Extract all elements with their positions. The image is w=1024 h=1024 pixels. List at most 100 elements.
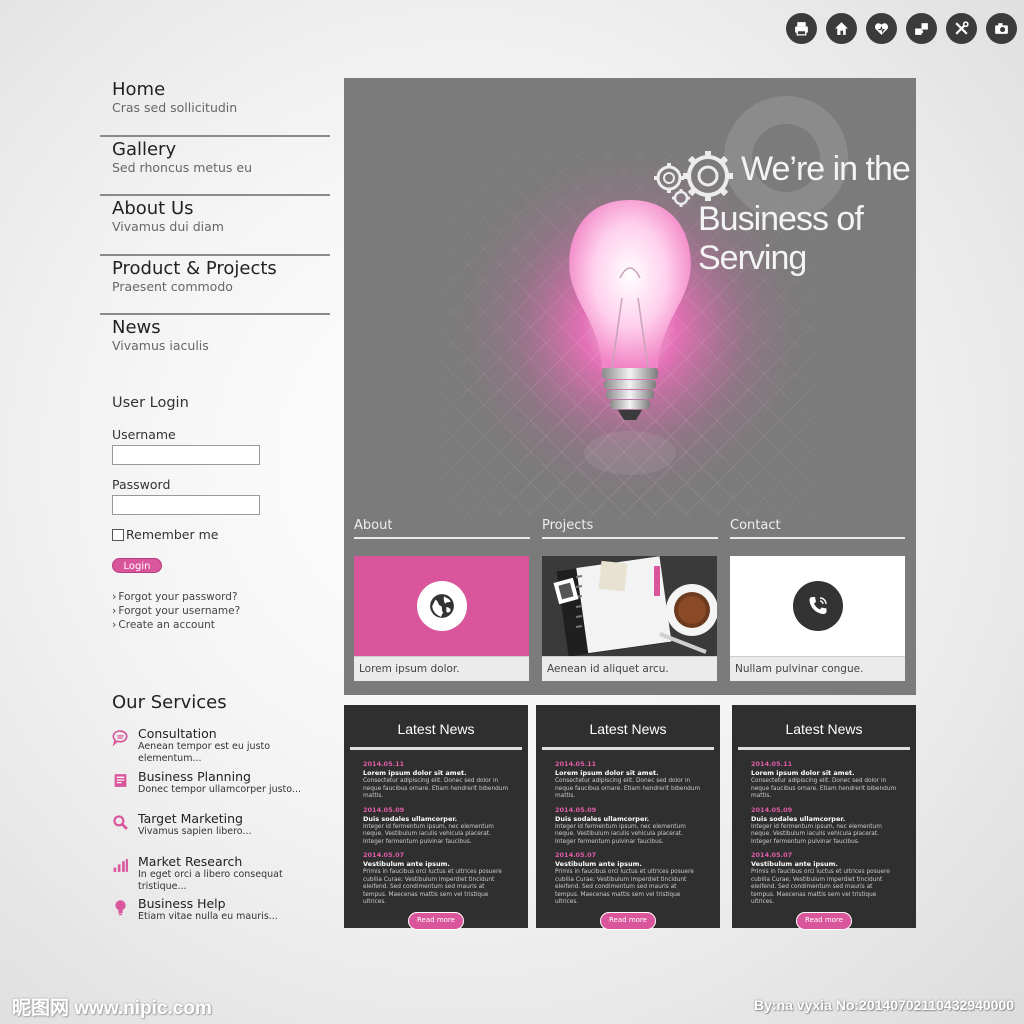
nav-item-home[interactable]: Home Cras sed sollicitudin <box>100 77 330 137</box>
services-heading: Our Services <box>112 692 227 713</box>
magnifier-icon <box>113 815 128 830</box>
tab-contact[interactable]: Contact <box>730 518 905 539</box>
nav-item-subtitle: Vivamus iaculis <box>112 338 209 353</box>
nav-item-subtitle: Cras sed sollicitudin <box>112 100 238 115</box>
news-body: Integer id fermentum ipsum, nec elementu… <box>555 823 686 845</box>
tab-projects[interactable]: Projects <box>542 518 718 539</box>
hero-tabs: About Projects Contact <box>354 518 905 539</box>
login-links: › Forgot your password? › Forgot your user… <box>112 590 312 632</box>
service-desc: Donec tempor ullamcorper justo... <box>138 783 301 795</box>
news-heading: Latest News <box>350 721 522 750</box>
news-item[interactable]: 2014.05.11 Lorem ipsum dolor sit amet. Con… <box>555 760 701 801</box>
main-nav: Home Cras sed sollicitudin Gallery Sed r… <box>100 77 330 375</box>
service-title: Business Help <box>138 896 226 911</box>
service-item[interactable]: Target Marketing Vivamus sapien libero... <box>112 812 322 855</box>
heart-icon[interactable] <box>866 13 897 44</box>
news-date: 2014.05.07 <box>751 851 793 859</box>
card-about[interactable]: Lorem ipsum dolor. <box>354 556 529 681</box>
printer-icon[interactable] <box>786 13 817 44</box>
hero-cards: Lorem ipsum dolor. Aenean id aliquet arc… <box>354 556 905 681</box>
lightbulb-icon <box>115 900 126 916</box>
news-item[interactable]: 2014.05.07 Vestibulum ante ipsum. Primis i… <box>363 851 509 907</box>
news-title: Duis sodales ullamcorper. <box>555 814 650 823</box>
card-caption: Aenean id aliquet arcu. <box>542 656 717 681</box>
login-form: User Login Username Password Remember me… <box>112 395 312 632</box>
home-icon[interactable] <box>826 13 857 44</box>
username-input[interactable] <box>112 445 260 465</box>
news-item[interactable]: 2014.05.09 Duis sodales ullamcorper. Integ… <box>363 806 509 847</box>
news-date: 2014.05.11 <box>555 760 597 768</box>
card-image <box>354 556 529 656</box>
service-item[interactable]: Consultation Aenean tempor est eu justo e… <box>112 727 322 770</box>
chevron-right-icon: › <box>112 618 117 631</box>
camera-icon[interactable] <box>986 13 1017 44</box>
tab-about[interactable]: About <box>354 518 530 539</box>
chat-bubble-icon <box>112 730 128 746</box>
top-icon-bar <box>786 13 1017 44</box>
read-more-button[interactable]: Read more <box>408 911 464 930</box>
nav-item-news[interactable]: News Vivamus iaculis <box>100 315 330 375</box>
service-title: Business Planning <box>138 768 251 784</box>
news-title: Lorem ipsum dolor sit amet. <box>363 769 467 777</box>
news-date: 2014.05.09 <box>363 805 405 814</box>
remember-me-checkbox[interactable] <box>112 528 124 541</box>
login-button[interactable]: Login <box>112 558 162 573</box>
news-body: Consectetur adipiscing elit. Donec sed d… <box>363 778 509 799</box>
news-body: Primis in faucibus orci luctus et ultric… <box>363 869 502 905</box>
password-input[interactable] <box>112 495 260 515</box>
news-list: 2014.05.11 Lorem ipsum dolor sit amet. Con… <box>542 750 714 907</box>
forgot-password-link[interactable]: › Forgot your password? <box>112 590 312 604</box>
nav-item-title: Product & Projects <box>112 257 277 279</box>
service-desc: Aenean tempor est eu justo elementum... <box>138 741 271 764</box>
nav-item-gallery[interactable]: Gallery Sed rhoncus metus eu <box>100 137 330 196</box>
forgot-username-link[interactable]: › Forgot your username? <box>112 604 312 618</box>
bar-chart-icon <box>113 858 128 872</box>
service-item[interactable]: Business Planning Donec tempor ullamcorpe… <box>112 768 322 813</box>
nav-item-title: Home <box>112 79 166 100</box>
hero-banner: We’re in the Business of Serving About P… <box>344 78 916 695</box>
tools-icon[interactable] <box>946 13 977 44</box>
news-body: Integer id fermentum ipsum, nec elementu… <box>363 823 494 845</box>
service-desc: In eget orci a libero consequat tristiqu… <box>138 868 283 892</box>
document-icon <box>114 773 127 787</box>
news-item[interactable]: 2014.05.09 Duis sodales ullamcorper. Integ… <box>555 806 701 847</box>
service-title: Market Research <box>138 853 243 869</box>
nav-item-products[interactable]: Product & Projects Praesent commodo <box>100 256 330 315</box>
phone-icon <box>809 597 827 614</box>
news-body: Primis in faucibus orci luctus et ultric… <box>555 869 694 905</box>
news-item[interactable]: 2014.05.11 Lorem ipsum dolor sit amet. Con… <box>363 760 509 801</box>
nav-item-subtitle: Sed rhoncus metus eu <box>112 159 253 175</box>
news-date: 2014.05.09 <box>751 805 793 814</box>
username-label: Username <box>112 427 176 442</box>
puzzle-icon[interactable] <box>906 13 937 44</box>
card-contact[interactable]: Nullam pulvinar congue. <box>730 556 905 681</box>
news-item[interactable]: 2014.05.07 Vestibulum ante ipsum. Primis i… <box>555 851 701 907</box>
chevron-right-icon: › <box>112 604 117 617</box>
news-date: 2014.05.11 <box>751 760 793 768</box>
news-title: Vestibulum ante ipsum. <box>555 860 642 868</box>
news-item[interactable]: 2014.05.09 Duis sodales ullamcorper. Integ… <box>751 806 897 847</box>
link-text: Create an account <box>118 619 215 631</box>
news-item[interactable]: 2014.05.07 Vestibulum ante ipsum. Primis i… <box>751 851 897 907</box>
latest-news-panel-3: Latest News 2014.05.11 Lorem ipsum dolor … <box>732 705 916 930</box>
services-section: Our Services Consultation Aenean tempor e… <box>112 692 322 940</box>
news-body: Integer id fermentum ipsum, nec elementu… <box>751 823 882 845</box>
password-label: Password <box>112 477 171 492</box>
remember-me-row: Remember me <box>112 527 312 542</box>
news-item[interactable]: 2014.05.11 Lorem ipsum dolor sit amet. Con… <box>751 760 897 801</box>
nav-item-title: News <box>112 317 161 338</box>
card-image <box>730 556 905 656</box>
link-text: Forgot your password? <box>118 591 238 603</box>
read-more-button[interactable]: Read more <box>796 911 852 930</box>
news-body: Consectetur adipiscing elit. Donec sed d… <box>751 778 897 799</box>
chevron-right-icon: › <box>112 590 117 603</box>
read-more-button[interactable]: Read more <box>600 911 656 930</box>
news-date: 2014.05.07 <box>363 851 405 859</box>
service-item[interactable]: Market Research In eget orci a libero con… <box>112 853 322 898</box>
create-account-link[interactable]: › Create an account <box>112 618 312 632</box>
card-projects[interactable]: Aenean id aliquet arcu. <box>542 556 717 681</box>
login-heading: User Login <box>112 395 189 411</box>
nav-item-about-us[interactable]: About Us Vivamus dui diam <box>100 196 330 256</box>
latest-news-panel-1: Latest News 2014.05.11 Lorem ipsum dolor … <box>344 705 528 930</box>
service-item[interactable]: Business Help Etiam vitae nulla eu mauris… <box>112 897 322 940</box>
